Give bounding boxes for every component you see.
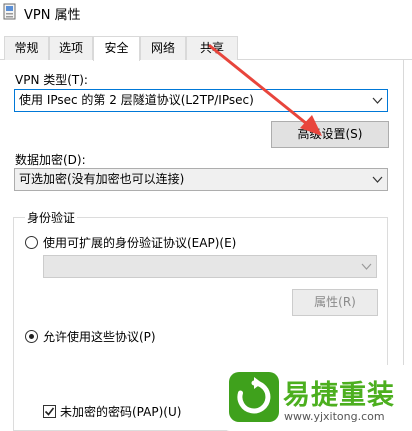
eap-properties-button[interactable]: 属性(R): [292, 289, 378, 316]
allow-protocols-radio[interactable]: [25, 330, 38, 343]
eap-method-select[interactable]: [43, 255, 377, 278]
chevron-down-icon: [361, 263, 372, 270]
vpn-type-select[interactable]: 使用 IPsec 的第 2 层隧道协议(L2TP/IPsec): [14, 89, 388, 112]
encryption-value: 可选加密(没有加密也可以连接): [19, 172, 185, 186]
vpn-type-value: 使用 IPsec 的第 2 层隧道协议(L2TP/IPsec): [19, 93, 254, 107]
eap-radio[interactable]: [25, 236, 38, 249]
title-bar: VPN 属性: [0, 0, 412, 28]
encryption-select[interactable]: 可选加密(没有加密也可以连接): [14, 168, 388, 191]
tab-sharing[interactable]: 共享: [186, 36, 238, 60]
chevron-down-icon: [372, 176, 383, 183]
window-title: VPN 属性: [24, 8, 81, 23]
tab-network[interactable]: 网络: [140, 36, 186, 60]
pap-checkbox-label[interactable]: 未加密的密码(PAP)(U): [60, 403, 181, 420]
watermark-url: www.yjxitong.com: [284, 410, 385, 423]
tab-options[interactable]: 选项: [49, 36, 93, 60]
tab-general[interactable]: 常规: [4, 36, 49, 60]
advanced-settings-button[interactable]: 高级设置(S): [271, 121, 389, 148]
tab-security[interactable]: 安全: [93, 36, 140, 61]
allow-protocols-label[interactable]: 允许使用这些协议(P): [43, 328, 156, 345]
eap-radio-label[interactable]: 使用可扩展的身份验证协议(EAP)(E): [43, 234, 236, 251]
chevron-down-icon: [372, 97, 383, 104]
network-connection-icon: [3, 3, 16, 20]
authentication-group-title: 身份验证: [25, 209, 78, 226]
refresh-logo-icon: [229, 372, 279, 422]
checkmark-icon: [44, 407, 55, 416]
vpn-type-label: VPN 类型(T):: [15, 73, 88, 87]
watermark-name: 易捷重装: [283, 380, 395, 411]
tab-strip: 常规 选项 安全 网络 共享: [0, 36, 412, 61]
pap-checkbox[interactable]: [43, 405, 56, 418]
encryption-label: 数据加密(D):: [15, 153, 86, 167]
